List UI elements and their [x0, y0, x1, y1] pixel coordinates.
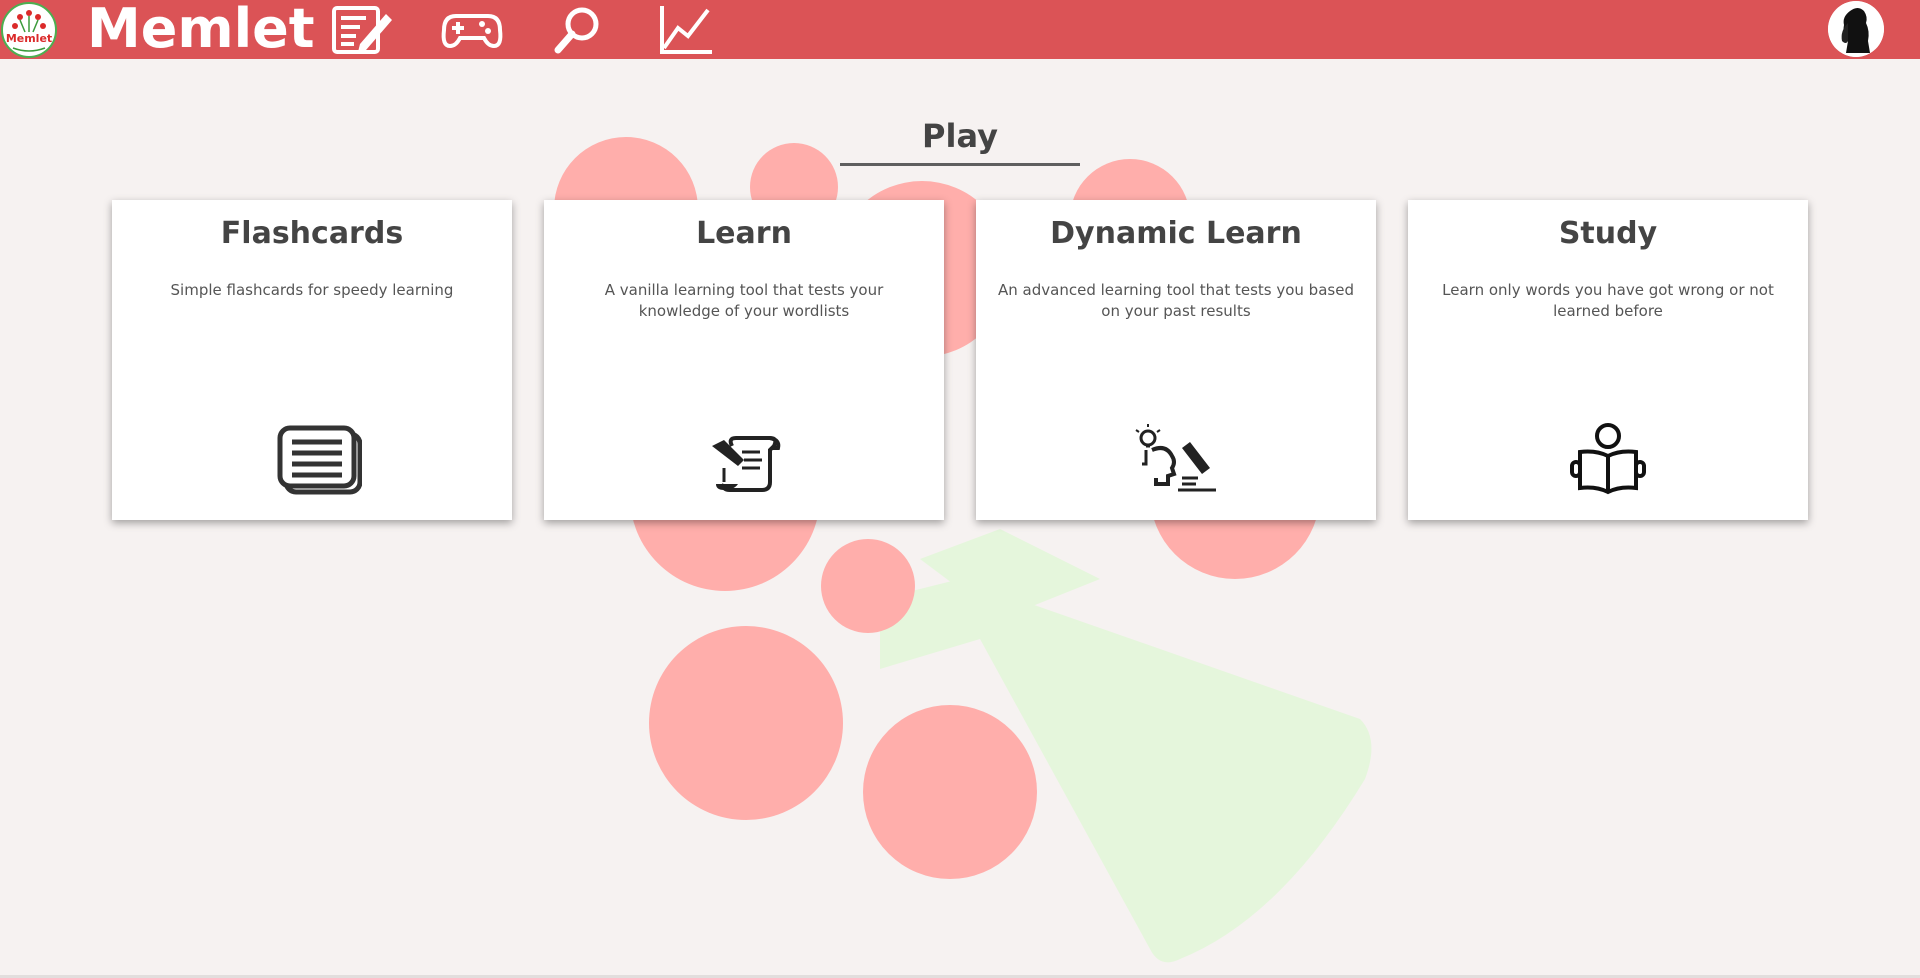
flashcards-icon	[262, 422, 363, 502]
card-description: An advanced learning tool that tests you…	[998, 281, 1354, 320]
chart-icon[interactable]	[656, 4, 720, 56]
gamepad-icon[interactable]	[440, 4, 504, 56]
card-dynamic-learn[interactable]: Dynamic Learn An advanced learning tool …	[976, 200, 1376, 520]
person-reading-icon	[1558, 422, 1658, 502]
card-title: Learn	[696, 216, 792, 251]
card-description: Learn only words you have got wrong or n…	[1442, 281, 1774, 320]
logo-text: Memlet	[6, 32, 52, 45]
card-description: A vanilla learning tool that tests your …	[604, 281, 884, 320]
card-description: Simple flashcards for speedy learning	[170, 281, 454, 299]
memlet-logo[interactable]: Memlet	[1, 2, 57, 58]
card-title: Study	[1558, 216, 1658, 251]
brand-name[interactable]: Memlet	[87, 0, 315, 61]
search-icon[interactable]	[548, 4, 612, 56]
page-title: Play	[922, 117, 998, 155]
card-title: Dynamic Learn	[1050, 216, 1302, 251]
card-learn[interactable]: Learn A vanilla learning tool that tests…	[544, 200, 944, 520]
scroll-quill-icon	[694, 422, 794, 502]
card-study[interactable]: Study Learn only words you have got wron…	[1408, 200, 1808, 520]
edit-wordlist-icon[interactable]	[330, 4, 394, 56]
title-underline	[840, 163, 1080, 166]
user-avatar[interactable]	[1828, 1, 1884, 57]
top-navbar: Memlet Memlet	[0, 0, 1920, 61]
brain-idea-icon	[1126, 422, 1226, 502]
card-title: Flashcards	[220, 216, 404, 251]
card-flashcards[interactable]: Flashcards Simple flashcards for speedy …	[112, 200, 512, 520]
